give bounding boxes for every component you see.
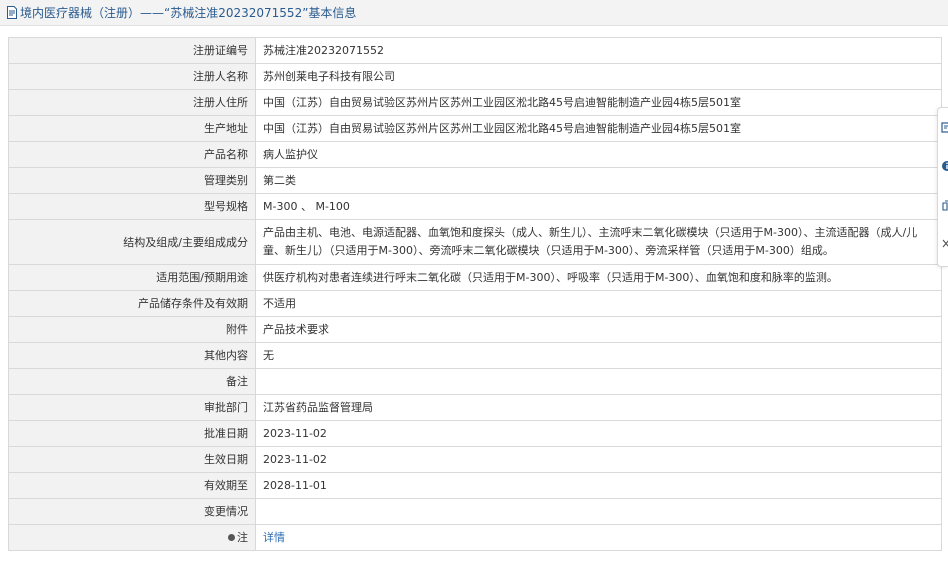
table-row: 批准日期 2023-11-02 — [8, 420, 942, 447]
row-value: 2023-11-02 — [255, 446, 942, 473]
row-label: 结构及组成/主要组成成分 — [8, 219, 256, 265]
row-label: 备注 — [8, 368, 256, 395]
row-value — [255, 368, 942, 395]
collapse-icon[interactable] — [941, 238, 948, 250]
row-label: 注册人住所 — [8, 89, 256, 116]
table-row: 注册证编号 苏械注准20232071552 — [8, 37, 942, 64]
note-value-cell: 详情 — [255, 524, 942, 551]
row-value: 产品技术要求 — [255, 316, 942, 343]
row-label: 生效日期 — [8, 446, 256, 473]
table-row: 产品储存条件及有效期 不适用 — [8, 290, 942, 317]
row-label: 批准日期 — [8, 420, 256, 447]
row-label: 适用范围/预期用途 — [8, 264, 256, 291]
row-value: 不适用 — [255, 290, 942, 317]
page-header: 境内医疗器械（注册）——“苏械注准20232071552”基本信息 — [0, 0, 948, 26]
row-label: 注册证编号 — [8, 37, 256, 64]
row-label: 注册人名称 — [8, 63, 256, 90]
row-label: 其他内容 — [8, 342, 256, 369]
row-label: 生产地址 — [8, 115, 256, 142]
table-row: 注册人名称 苏州创莱电子科技有限公司 — [8, 63, 942, 90]
row-value: 产品由主机、电池、电源适配器、血氧饱和度探头（成人、新生儿）、主流呼末二氧化碳模… — [255, 219, 942, 265]
table-row: 附件 产品技术要求 — [8, 316, 942, 343]
feedback-icon[interactable] — [941, 122, 948, 134]
details-link[interactable]: 详情 — [263, 531, 285, 544]
table-row: 备注 — [8, 368, 942, 395]
row-value — [255, 498, 942, 525]
info-table: 注册证编号 苏械注准20232071552 注册人名称 苏州创莱电子科技有限公司 注… — [8, 37, 942, 551]
row-value: 病人监护仪 — [255, 141, 942, 168]
row-value: 第二类 — [255, 167, 942, 194]
table-row: 变更情况 — [8, 498, 942, 525]
table-row: 生效日期 2023-11-02 — [8, 446, 942, 473]
side-toolbar — [937, 107, 948, 267]
row-value: 2028-11-01 — [255, 472, 942, 499]
row-label: 有效期至 — [8, 472, 256, 499]
table-row: 适用范围/预期用途 供医疗机构对患者连续进行呼末二氧化碳（只适用于M-300）、呼… — [8, 264, 942, 291]
row-value: 中国（江苏）自由贸易试验区苏州片区苏州工业园区淞北路45号启迪智能制造产业园4栋… — [255, 115, 942, 142]
bullet-icon — [228, 533, 235, 541]
table-row: 生产地址 中国（江苏）自由贸易试验区苏州片区苏州工业园区淞北路45号启迪智能制造产… — [8, 115, 942, 142]
table-row: 结构及组成/主要组成成分 产品由主机、电池、电源适配器、血氧饱和度探头（成人、新生… — [8, 219, 942, 265]
share-icon[interactable] — [941, 200, 948, 212]
row-label: 审批部门 — [8, 394, 256, 421]
row-label: 型号规格 — [8, 193, 256, 220]
row-value: 2023-11-02 — [255, 420, 942, 447]
info-icon[interactable] — [941, 160, 948, 172]
note-label-cell: 注 — [8, 524, 256, 551]
table-row: 型号规格 M-300 、 M-100 — [8, 193, 942, 220]
table-row: 管理类别 第二类 — [8, 167, 942, 194]
row-value: 中国（江苏）自由贸易试验区苏州片区苏州工业园区淞北路45号启迪智能制造产业园4栋… — [255, 89, 942, 116]
page-title: 境内医疗器械（注册）——“苏械注准20232071552”基本信息 — [20, 6, 357, 20]
table-row: 其他内容无 — [8, 342, 942, 369]
row-label: 管理类别 — [8, 167, 256, 194]
table-row: 注 详情 — [8, 524, 942, 551]
row-value: 苏州创莱电子科技有限公司 — [255, 63, 942, 90]
table-row: 审批部门 江苏省药品监督管理局 — [8, 394, 942, 421]
table-row: 产品名称 病人监护仪 — [8, 141, 942, 168]
row-label: 附件 — [8, 316, 256, 343]
row-label: 变更情况 — [8, 498, 256, 525]
table-row: 注册人住所 中国（江苏）自由贸易试验区苏州片区苏州工业园区淞北路45号启迪智能制造… — [8, 89, 942, 116]
row-label: 产品名称 — [8, 141, 256, 168]
note-label: 注 — [237, 531, 248, 544]
table-row: 有效期至 2028-11-01 — [8, 472, 942, 499]
row-value: 无 — [255, 342, 942, 369]
row-value: 苏械注准20232071552 — [255, 37, 942, 64]
row-value: M-300 、 M-100 — [255, 193, 942, 220]
row-value: 江苏省药品监督管理局 — [255, 394, 942, 421]
row-label: 产品储存条件及有效期 — [8, 290, 256, 317]
row-value: 供医疗机构对患者连续进行呼末二氧化碳（只适用于M-300）、呼吸率（只适用于M-… — [255, 264, 942, 291]
document-icon — [7, 6, 17, 19]
